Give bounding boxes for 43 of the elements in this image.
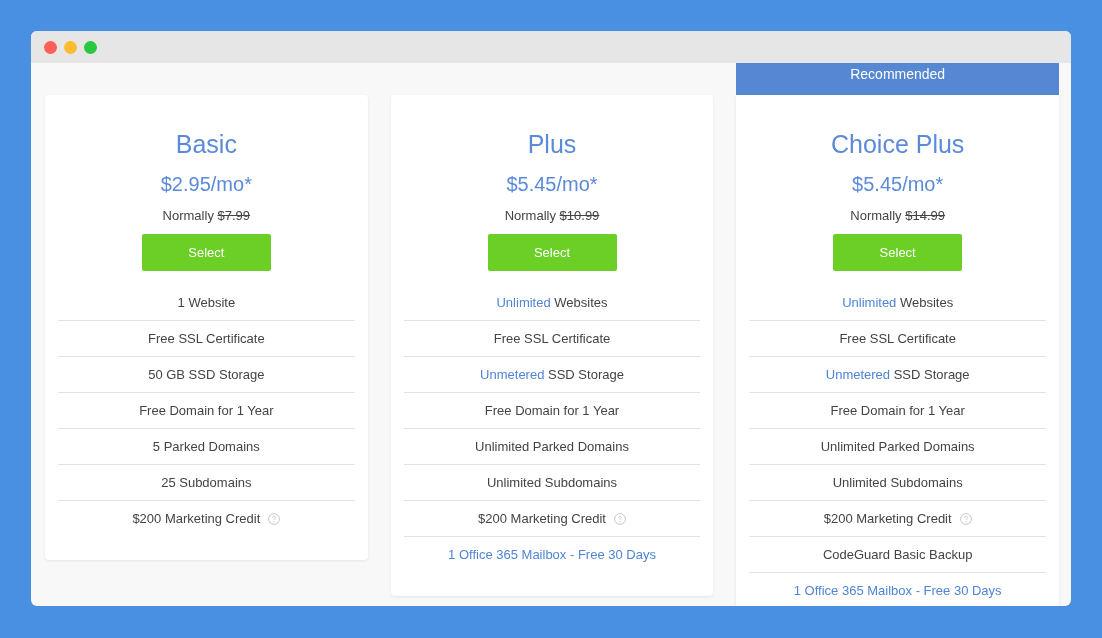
feature-text: 25 Subdomains	[161, 475, 252, 490]
feature-text: Free SSL Certificate	[839, 331, 956, 346]
feature-text: $200 Marketing Credit	[478, 511, 606, 526]
feature-link[interactable]: 1 Office 365 Mailbox - Free 30 Days	[793, 583, 1002, 598]
plan-price: $2.95/mo*	[160, 172, 252, 197]
feature-text: 5 Parked Domains	[152, 439, 260, 454]
feature-text: Free Domain for 1 Year	[830, 403, 965, 418]
window-zoom-button[interactable]	[84, 40, 97, 54]
feature-text: Unlimited Parked Domains	[475, 439, 629, 454]
feature-text: Free SSL Certificate	[493, 331, 611, 346]
window-minimize-button[interactable]	[64, 40, 77, 54]
feature-text: 1 Website	[177, 295, 236, 310]
window-close-button[interactable]	[44, 40, 57, 54]
select-button[interactable]: Select	[141, 234, 271, 271]
regular-price: Normally $14.99	[850, 207, 945, 225]
feature-text: Free Domain for 1 Year	[484, 403, 620, 418]
feature-text: Unlimited Subdomains	[832, 475, 963, 490]
feature-text: Unlimited Websites	[496, 295, 608, 310]
help-icon[interactable]	[613, 512, 626, 525]
feature-text: Unmetered SSD Storage	[825, 367, 970, 382]
plan-title: Plus	[527, 129, 577, 159]
feature-link[interactable]: 1 Office 365 Mailbox - Free 30 Days	[448, 547, 656, 562]
plan-price: $5.45/mo*	[506, 172, 598, 197]
feature-text: Free Domain for 1 Year	[139, 403, 274, 418]
feature-text: CodeGuard Basic Backup	[822, 547, 973, 562]
feature-text: Unlimited Subdomains	[486, 475, 618, 490]
regular-price: Normally $7.99	[162, 207, 251, 225]
select-button[interactable]: Select	[487, 234, 617, 271]
regular-price: Normally $10.99	[504, 207, 600, 225]
plan-title: Choice Plus	[830, 129, 965, 159]
recommended-banner: Recommended	[736, 63, 1059, 95]
feature-text: Unlimited Websites	[842, 295, 954, 310]
feature-text: 50 GB SSD Storage	[148, 367, 265, 382]
feature-text: Unmetered SSD Storage	[480, 367, 624, 382]
feature-text: $200 Marketing Credit	[132, 511, 261, 526]
help-icon[interactable]	[268, 512, 281, 525]
help-icon[interactable]	[959, 512, 972, 525]
select-button[interactable]: Select	[833, 234, 963, 271]
feature-text: Unlimited Parked Domains	[820, 439, 975, 454]
feature-text: $200 Marketing Credit	[823, 511, 952, 526]
plan-title: Basic	[175, 129, 237, 159]
feature-text: Free SSL Certificate	[148, 331, 265, 346]
plan-price: $5.45/mo*	[852, 172, 944, 197]
